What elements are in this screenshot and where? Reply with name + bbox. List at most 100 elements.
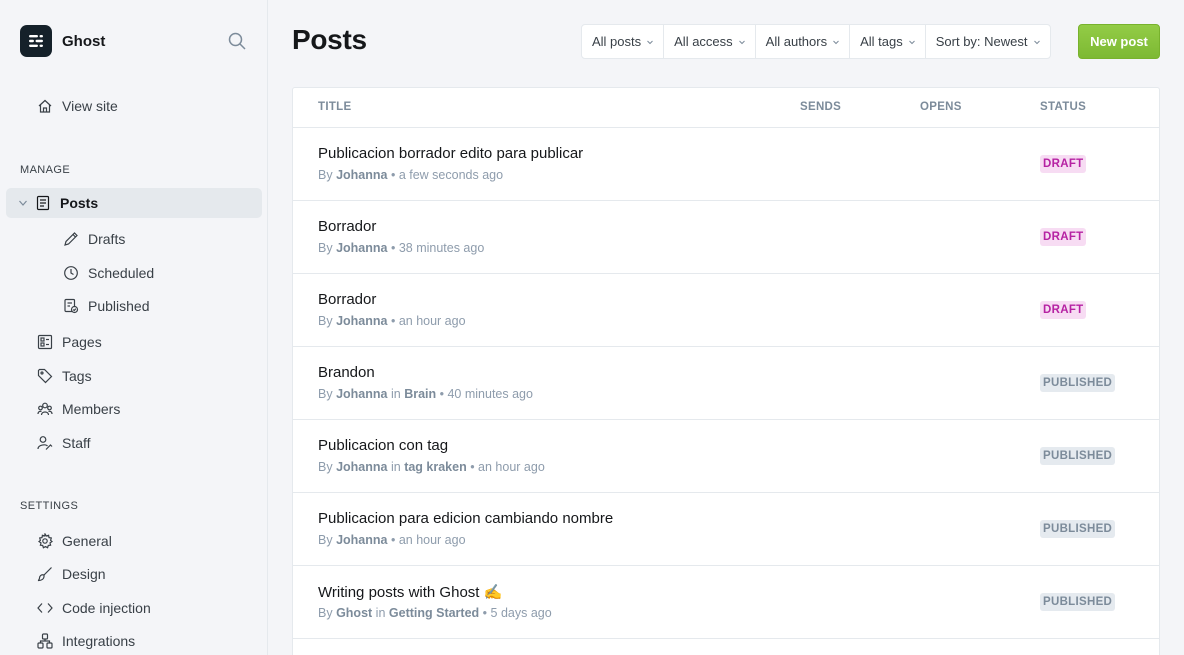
chevron-down-icon[interactable] bbox=[12, 198, 34, 208]
post-tag: Brain bbox=[404, 387, 437, 401]
post-title: Brandon bbox=[318, 364, 375, 381]
filter-bar: All posts All access All authors All tag… bbox=[581, 24, 1051, 59]
table-header: TITLE SENDS OPENS STATUS bbox=[293, 88, 1159, 128]
status-badge: DRAFT bbox=[1040, 228, 1087, 246]
status-badge: PUBLISHED bbox=[1040, 374, 1116, 392]
chevron-down-icon bbox=[738, 40, 745, 44]
table-row[interactable]: Publicacion para edicion cambiando nombr… bbox=[293, 493, 1159, 566]
pencil-icon bbox=[62, 230, 80, 248]
post-in-label: in bbox=[390, 460, 401, 474]
sort-dropdown[interactable]: Sort by: Newest bbox=[926, 25, 1050, 58]
post-in-label: in bbox=[375, 606, 386, 620]
table-row[interactable]: Publicacion con tag By Johanna in tag kra… bbox=[293, 420, 1159, 493]
table-row[interactable]: Brandon By Johanna in Brain • 40 minutes … bbox=[293, 347, 1159, 420]
sidebar-item-members[interactable]: Members bbox=[36, 394, 120, 424]
sidebar-item-scheduled[interactable]: Scheduled bbox=[62, 258, 154, 288]
post-time: an hour ago bbox=[398, 314, 466, 328]
sidebar-item-pages[interactable]: Pages bbox=[36, 327, 102, 357]
sidebar-item-view-site[interactable]: View site bbox=[36, 91, 118, 121]
post-by-label: By bbox=[318, 241, 333, 255]
column-header-opens: OPENS bbox=[920, 101, 962, 113]
column-header-title: TITLE bbox=[318, 101, 352, 113]
post-by-label: By bbox=[318, 314, 333, 328]
post-author: Ghost bbox=[336, 606, 373, 620]
post-meta: By Johanna in tag kraken • an hour ago bbox=[318, 460, 545, 474]
status-badge: PUBLISHED bbox=[1040, 593, 1116, 611]
post-title: Publicacion borrador edito para publicar bbox=[318, 145, 584, 162]
filter-label: All posts bbox=[592, 34, 642, 49]
sidebar-item-integrations[interactable]: Integrations bbox=[36, 626, 135, 655]
tag-icon bbox=[36, 367, 54, 385]
members-icon bbox=[36, 400, 54, 418]
status-badge: PUBLISHED bbox=[1040, 447, 1116, 465]
filter-label: All access bbox=[674, 34, 733, 49]
meta-separator: • bbox=[387, 168, 399, 182]
table-row[interactable]: Borrador By Johanna • 38 minutes ago DRAFT bbox=[293, 201, 1159, 274]
sidebar-item-label: Drafts bbox=[88, 231, 126, 247]
post-author: Johanna bbox=[336, 314, 388, 328]
meta-separator: • bbox=[387, 314, 399, 328]
table-row[interactable]: Writing posts with Ghost ✍️ By Ghost in G… bbox=[293, 566, 1159, 639]
published-icon bbox=[62, 297, 80, 315]
filter-authors-dropdown[interactable]: All authors bbox=[756, 25, 851, 58]
post-time: a few seconds ago bbox=[398, 168, 504, 182]
post-time: an hour ago bbox=[398, 533, 466, 547]
post-title: Publicacion con tag bbox=[318, 437, 449, 454]
post-time: an hour ago bbox=[478, 460, 545, 474]
post-by-label: By bbox=[318, 387, 333, 401]
post-tag: Getting Started bbox=[388, 606, 480, 620]
sidebar-item-drafts[interactable]: Drafts bbox=[62, 224, 125, 254]
search-icon[interactable] bbox=[227, 31, 247, 51]
post-by-label: By bbox=[318, 460, 333, 474]
chevron-down-icon bbox=[833, 40, 839, 44]
post-by-label: By bbox=[318, 533, 333, 547]
post-time: 5 days ago bbox=[490, 606, 552, 620]
posts-icon bbox=[34, 194, 52, 212]
brand[interactable]: Ghost bbox=[20, 25, 105, 57]
post-meta: By Johanna • 38 minutes ago bbox=[318, 241, 484, 255]
column-header-sends: SENDS bbox=[800, 101, 842, 113]
post-author: Johanna bbox=[336, 387, 388, 401]
sidebar-item-label: Scheduled bbox=[88, 265, 155, 281]
brush-icon bbox=[36, 565, 54, 583]
post-title: Borrador bbox=[318, 291, 377, 308]
post-author: Johanna bbox=[336, 241, 388, 255]
sidebar-item-code-injection[interactable]: Code injection bbox=[36, 593, 151, 623]
post-author: Johanna bbox=[336, 533, 388, 547]
post-title: Writing posts with Ghost ✍️ bbox=[318, 584, 503, 601]
sidebar-item-general[interactable]: General bbox=[36, 526, 112, 556]
sidebar-item-label: Published bbox=[88, 298, 150, 314]
code-icon bbox=[36, 599, 54, 617]
sidebar-item-label: Design bbox=[62, 566, 106, 582]
new-post-button[interactable]: New post bbox=[1078, 24, 1160, 59]
sidebar-item-staff[interactable]: Staff bbox=[36, 428, 91, 458]
table-row[interactable]: Publicacion borrador edito para publicar… bbox=[293, 128, 1159, 201]
meta-separator: • bbox=[466, 460, 479, 474]
page-title: Posts bbox=[292, 24, 367, 55]
filter-access-dropdown[interactable]: All access bbox=[664, 25, 756, 58]
column-header-status: STATUS bbox=[1040, 101, 1087, 113]
sidebar-item-posts[interactable]: Posts bbox=[6, 188, 262, 218]
table-row[interactable]: Borrador By Johanna • an hour ago DRAFT bbox=[293, 274, 1159, 347]
filter-tags-dropdown[interactable]: All tags bbox=[850, 25, 926, 58]
post-by-label: By bbox=[318, 606, 333, 620]
post-time: 38 minutes ago bbox=[398, 241, 485, 255]
filter-type-dropdown[interactable]: All posts bbox=[582, 25, 665, 58]
site-name: Ghost bbox=[62, 32, 106, 50]
post-meta: By Johanna • a few seconds ago bbox=[318, 168, 503, 182]
status-badge: DRAFT bbox=[1040, 155, 1087, 173]
filter-label: All tags bbox=[860, 34, 903, 49]
chevron-down-icon bbox=[908, 40, 915, 44]
sidebar-item-published[interactable]: Published bbox=[62, 291, 150, 321]
clock-icon bbox=[62, 264, 80, 282]
sidebar-item-design[interactable]: Design bbox=[36, 559, 106, 589]
status-badge: DRAFT bbox=[1040, 301, 1087, 319]
meta-separator: • bbox=[387, 533, 399, 547]
filter-label: All authors bbox=[765, 34, 828, 49]
sidebar-item-tags[interactable]: Tags bbox=[36, 361, 92, 391]
post-meta: By Ghost in Getting Started • 5 days ago bbox=[318, 606, 552, 620]
chevron-down-icon bbox=[647, 40, 653, 44]
meta-separator: • bbox=[436, 387, 448, 401]
post-by-label: By bbox=[318, 168, 333, 182]
meta-separator: • bbox=[387, 241, 399, 255]
